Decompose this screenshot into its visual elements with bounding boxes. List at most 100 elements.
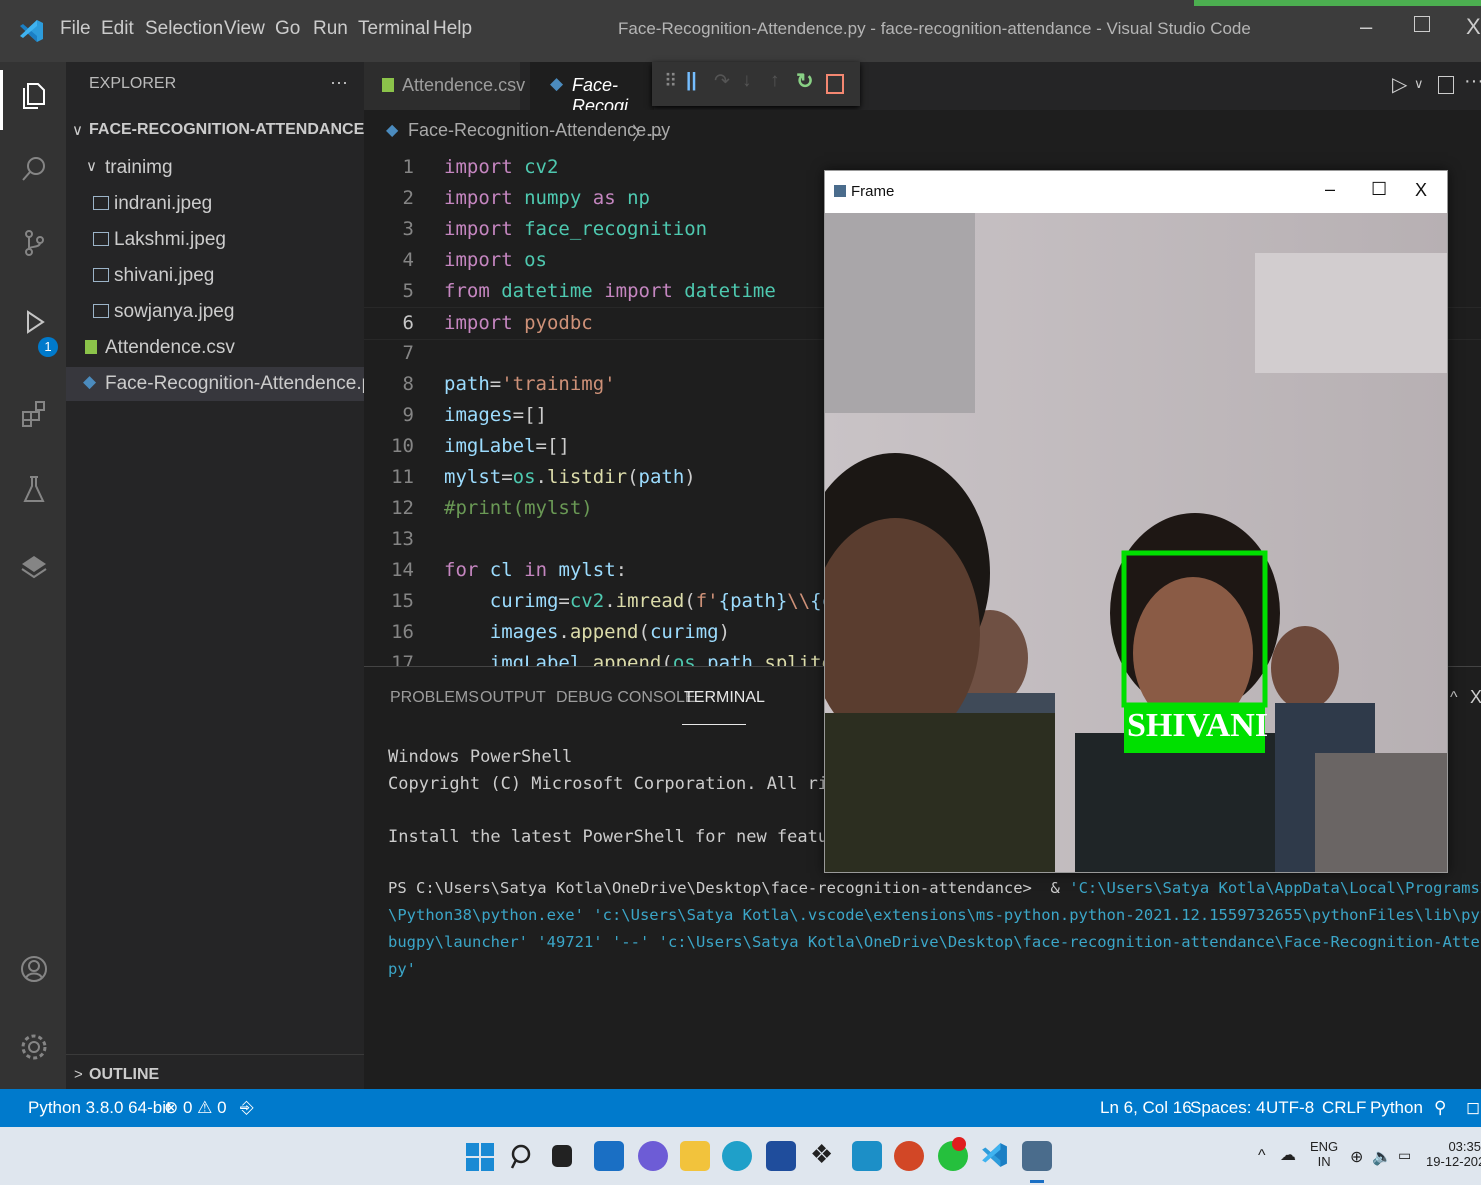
tab-output[interactable]: OUTPUT bbox=[480, 689, 546, 707]
layers-icon[interactable] bbox=[19, 552, 49, 582]
chevron-right-icon: > bbox=[74, 1066, 83, 1083]
python-app-icon[interactable] bbox=[1022, 1141, 1052, 1171]
menu-file[interactable]: File bbox=[60, 18, 91, 40]
file-sowjanya[interactable]: sowjanya.jpeg bbox=[66, 295, 364, 329]
file-lakshmi[interactable]: Lakshmi.jpeg bbox=[66, 223, 364, 257]
live-share-icon[interactable]: ⎆ bbox=[240, 1098, 254, 1118]
file-indrani[interactable]: indrani.jpeg bbox=[66, 187, 364, 221]
split-editor-icon[interactable] bbox=[1438, 76, 1454, 94]
tab-attendence-csv[interactable]: Attendence.csv bbox=[364, 62, 525, 110]
run-file-icon[interactable]: ▷ bbox=[1392, 72, 1407, 97]
outlook-icon[interactable] bbox=[852, 1141, 882, 1171]
search-icon[interactable] bbox=[510, 1143, 536, 1171]
explorer-icon[interactable] bbox=[19, 80, 49, 110]
recognized-name-label: SHIVANI bbox=[1127, 707, 1269, 744]
battery-icon[interactable]: ▭ bbox=[1398, 1147, 1411, 1164]
clock[interactable]: 03:3519-12-2021 bbox=[1426, 1139, 1481, 1169]
line-ending[interactable]: CRLF bbox=[1322, 1098, 1366, 1118]
menu-go[interactable]: Go bbox=[275, 18, 300, 40]
maximize-panel-icon[interactable]: ^ bbox=[1450, 689, 1458, 707]
close-button[interactable]: X bbox=[1466, 14, 1481, 40]
network-icon[interactable]: ⊕ bbox=[1350, 1147, 1363, 1167]
store-icon[interactable] bbox=[766, 1141, 796, 1171]
notifications-icon[interactable]: ◻ bbox=[1466, 1098, 1480, 1118]
stop-icon[interactable] bbox=[826, 74, 844, 94]
language-mode[interactable]: Python bbox=[1370, 1098, 1423, 1118]
menu-run[interactable]: Run bbox=[313, 18, 348, 40]
folder-trainimg[interactable]: ∨ trainimg bbox=[66, 151, 364, 185]
accounts-icon[interactable] bbox=[19, 954, 49, 984]
window-title: Face-Recognition-Attendence.py - face-re… bbox=[618, 19, 1251, 38]
file-shivani[interactable]: shivani.jpeg bbox=[66, 259, 364, 293]
minimize-button[interactable]: – bbox=[1360, 14, 1372, 40]
frame-close-button[interactable]: X bbox=[1415, 180, 1427, 201]
dropbox-icon[interactable]: ❖ bbox=[810, 1139, 833, 1170]
task-view-icon[interactable] bbox=[552, 1145, 572, 1167]
cloud-icon[interactable]: ☁ bbox=[1280, 1145, 1296, 1165]
close-panel-icon[interactable]: X bbox=[1470, 687, 1481, 708]
tab-problems[interactable]: PROBLEMS bbox=[390, 689, 479, 707]
vscode-logo-icon bbox=[20, 20, 43, 42]
breadcrumb-symbol[interactable]: ... bbox=[648, 120, 663, 141]
file-label: Attendence.csv bbox=[105, 337, 235, 358]
green-strip bbox=[1194, 0, 1481, 6]
source-control-icon[interactable] bbox=[19, 228, 49, 258]
frame-maximize-button[interactable]: ☐ bbox=[1371, 179, 1387, 200]
search-icon[interactable] bbox=[19, 154, 49, 184]
step-out-icon[interactable]: ↑ bbox=[770, 70, 780, 92]
menu-view[interactable]: View bbox=[224, 18, 265, 40]
menu-edit[interactable]: Edit bbox=[101, 18, 134, 40]
problems-count[interactable]: ⊗ 0 ⚠ 0 bbox=[164, 1098, 227, 1118]
more-actions-icon[interactable]: ··· bbox=[1464, 70, 1481, 93]
menu-selection[interactable]: Selection bbox=[145, 18, 223, 40]
title-bar: File Edit Selection View Go Run Terminal… bbox=[0, 0, 1481, 62]
testing-icon[interactable] bbox=[19, 474, 49, 504]
menu-terminal[interactable]: Terminal bbox=[358, 18, 430, 40]
file-explorer-icon[interactable] bbox=[680, 1141, 710, 1171]
tab-face-recognition-py[interactable]: ◆ Face-Recogi bbox=[530, 62, 654, 116]
settings-gear-icon[interactable] bbox=[19, 1032, 49, 1062]
file-face-recognition-py[interactable]: ◆ Face-Recognition-Attendence.py bbox=[66, 367, 382, 401]
indentation[interactable]: Spaces: 4 bbox=[1190, 1098, 1266, 1118]
chevron-down-icon[interactable]: ∨ bbox=[1414, 76, 1424, 92]
terminal-line: Install the latest PowerShell for new fe… bbox=[388, 827, 900, 847]
restart-icon[interactable]: ↻ bbox=[796, 69, 814, 94]
folder-root[interactable]: ∨ FACE-RECOGNITION-ATTENDANCE bbox=[66, 115, 364, 149]
breadcrumb-file[interactable]: Face-Recognition-Attendence.py bbox=[408, 120, 670, 141]
csv-file-icon bbox=[382, 78, 394, 92]
feedback-icon[interactable]: ⚲ bbox=[1434, 1098, 1446, 1118]
menu-help[interactable]: Help bbox=[433, 18, 472, 40]
python-file-icon: ◆ bbox=[550, 74, 564, 93]
edge-icon[interactable] bbox=[722, 1141, 752, 1171]
pause-icon[interactable]: || bbox=[686, 70, 697, 92]
input-language[interactable]: ENG IN bbox=[1310, 1139, 1338, 1169]
step-into-icon[interactable]: ↓ bbox=[742, 70, 752, 92]
file-attendence-csv[interactable]: Attendence.csv bbox=[66, 331, 364, 365]
cursor-position[interactable]: Ln 6, Col 16 bbox=[1100, 1098, 1192, 1118]
windows-start-icon[interactable] bbox=[466, 1143, 494, 1171]
widgets-icon[interactable] bbox=[594, 1141, 624, 1171]
run-debug-icon[interactable] bbox=[19, 308, 49, 338]
powerpoint-icon[interactable] bbox=[894, 1141, 924, 1171]
more-actions-icon[interactable]: ··· bbox=[330, 72, 348, 93]
frame-title: Frame bbox=[851, 183, 895, 200]
tab-debug-console[interactable]: DEBUG CONSOLE bbox=[556, 689, 696, 707]
restore-button[interactable] bbox=[1414, 16, 1430, 32]
chevron-up-icon[interactable]: ^ bbox=[1258, 1147, 1266, 1165]
chat-icon[interactable] bbox=[638, 1141, 668, 1171]
encoding[interactable]: UTF-8 bbox=[1266, 1098, 1314, 1118]
extensions-icon[interactable] bbox=[19, 398, 49, 428]
python-interpreter[interactable]: Python 3.8.0 64-bit bbox=[28, 1098, 171, 1118]
tab-terminal[interactable]: TERMINAL bbox=[684, 689, 765, 707]
vscode-taskbar-icon[interactable] bbox=[980, 1141, 1008, 1169]
terminal-line: Windows PowerShell bbox=[388, 747, 573, 767]
frame-window[interactable]: Frame – ☐ X SHIVANI bbox=[824, 170, 1448, 873]
frame-minimize-button[interactable]: – bbox=[1325, 179, 1335, 200]
explorer-sidebar: EXPLORER ··· ∨ FACE-RECOGNITION-ATTENDAN… bbox=[66, 62, 382, 1089]
notification-badge bbox=[952, 1137, 966, 1151]
volume-icon[interactable]: 🔈 bbox=[1372, 1147, 1392, 1167]
drag-handle-icon[interactable]: ⠿ bbox=[664, 71, 677, 92]
webcam-photo bbox=[825, 213, 1447, 872]
folder-label: trainimg bbox=[105, 157, 173, 178]
step-over-icon[interactable]: ↷ bbox=[714, 70, 730, 93]
